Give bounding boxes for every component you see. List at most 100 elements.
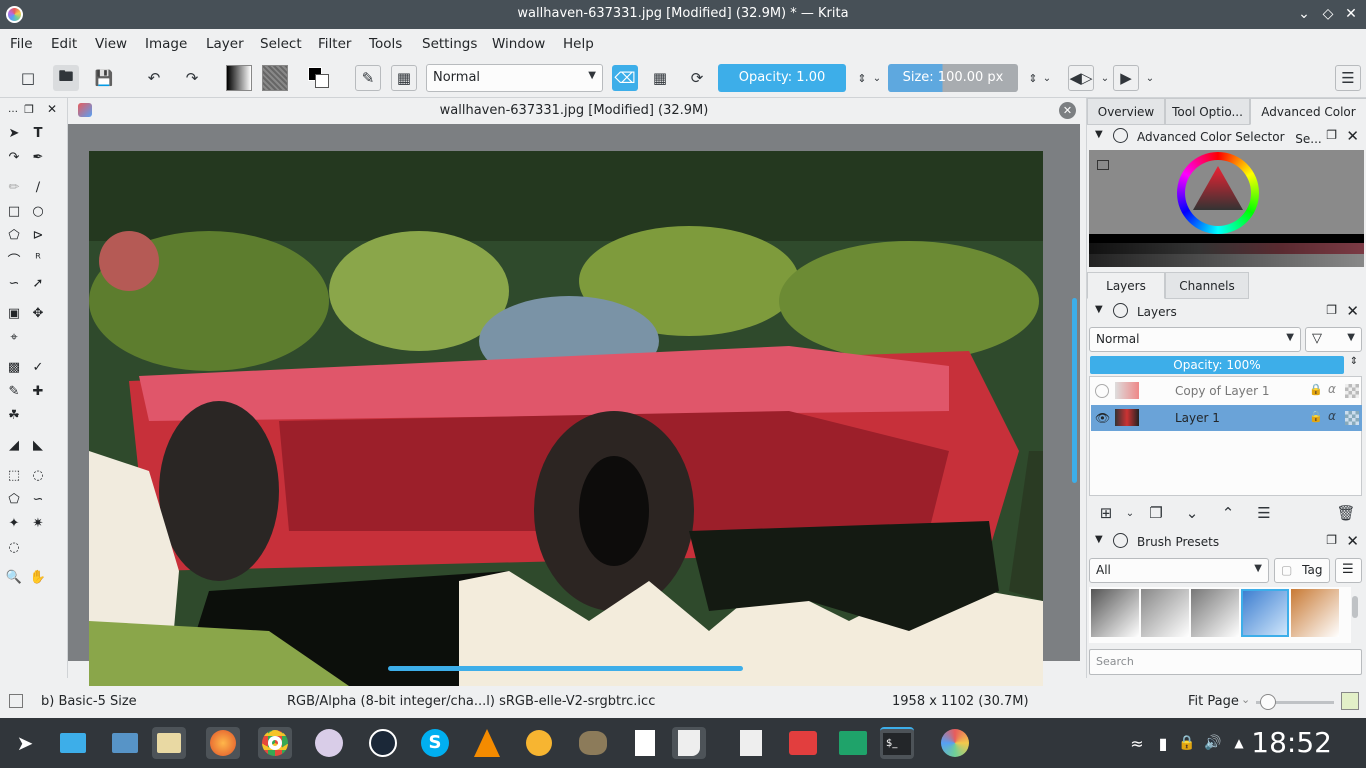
transform-tool-icon[interactable]: ▣ [5, 304, 23, 322]
tab-tool-options[interactable]: Tool Optio... [1165, 98, 1250, 125]
line-tool-icon[interactable]: ∕ [29, 178, 47, 196]
brush-preset-thumbnail[interactable] [1091, 589, 1139, 637]
layer-row[interactable]: 👁 Layer 1 🔒 α [1091, 405, 1362, 431]
reload-preset-icon[interactable]: ⟳ [684, 65, 710, 91]
close-icon[interactable]: ✕ [43, 100, 61, 118]
gradient-swatch[interactable] [226, 65, 252, 91]
clock[interactable]: 18:52 [1251, 726, 1332, 759]
polygon-select-tool-icon[interactable]: ⬠ [5, 490, 23, 508]
app-launcher-icon[interactable]: ➤ [8, 727, 42, 759]
menu-settings[interactable]: Settings [422, 36, 477, 52]
redo-icon[interactable]: ↷ [179, 65, 205, 91]
duplicate-layer-icon[interactable]: ❐ [1143, 500, 1169, 526]
screenshot-icon[interactable] [112, 733, 138, 753]
color-history-strip[interactable] [1089, 234, 1364, 243]
opacity-spin-icon[interactable]: ⇕ [1346, 356, 1362, 374]
menu-filter[interactable]: Filter [318, 36, 351, 52]
color-shades-strip-2[interactable] [1089, 254, 1364, 267]
canvas-only-icon[interactable] [1341, 692, 1359, 710]
assistant-tool-icon[interactable]: ◢ [5, 436, 23, 454]
lock-icon[interactable]: 🔒 [1309, 383, 1323, 396]
firefox-icon[interactable] [210, 730, 236, 756]
move-tool-icon[interactable]: ✥ [29, 304, 47, 322]
inherit-alpha-icon[interactable] [1345, 384, 1359, 398]
layer-opacity-slider[interactable]: Opacity: 100% [1090, 356, 1344, 374]
open-document-icon[interactable]: 🖿 [53, 65, 79, 91]
tab-layers[interactable]: Layers [1087, 272, 1165, 299]
multibrush-tool-icon[interactable]: ➚ [29, 274, 47, 292]
menu-image[interactable]: Image [145, 36, 187, 52]
move-layer-down-icon[interactable]: ⌄ [1179, 500, 1205, 526]
brush-options-button[interactable]: ☰ [1335, 558, 1362, 583]
steam-icon[interactable] [369, 729, 397, 757]
float-icon[interactable]: ❐ [1326, 533, 1337, 547]
chevron-down-icon[interactable]: ⌄ [1137, 65, 1163, 91]
chevron-down-icon[interactable]: ⌄ [1117, 500, 1143, 526]
fill-tool-icon[interactable]: ☘ [5, 406, 23, 424]
toolbar-menu-icon[interactable]: ☰ [1335, 65, 1361, 91]
pattern-swatch[interactable] [262, 65, 288, 91]
dynamic-brush-tool-icon[interactable]: ∽ [5, 274, 23, 292]
color-picker-tool-icon[interactable]: ✓ [29, 358, 47, 376]
color-selector-area[interactable] [1089, 150, 1364, 267]
tab-channels[interactable]: Channels [1165, 272, 1249, 299]
vlc-icon[interactable] [474, 729, 500, 757]
system-monitor-icon[interactable] [839, 731, 867, 755]
menu-help[interactable]: Help [563, 36, 594, 52]
color-shades-strip[interactable] [1089, 243, 1364, 254]
visibility-off-icon[interactable] [1095, 384, 1109, 398]
lock-panel-icon[interactable] [1113, 128, 1128, 143]
rectangle-tool-icon[interactable]: □ [5, 202, 23, 220]
horizontal-scrollbar[interactable] [388, 666, 743, 671]
terminal-icon[interactable]: $_ [883, 733, 911, 755]
chevron-down-icon[interactable]: ⌄ [864, 65, 890, 91]
menu-select[interactable]: Select [260, 36, 302, 52]
cantata-icon[interactable] [315, 729, 343, 757]
brush-presets-scrollbar[interactable] [1352, 596, 1358, 618]
opacity-slider[interactable]: Opacity: 1.00 [718, 64, 846, 92]
polyline-tool-icon[interactable]: ⊳ [29, 226, 47, 244]
crop-tool-icon[interactable]: ⌖ [5, 328, 23, 346]
alpha-lock-icon[interactable]: α [1328, 382, 1336, 396]
hue-ring[interactable] [1177, 152, 1259, 234]
similar-select-tool-icon[interactable]: ✷ [29, 514, 47, 532]
menu-edit[interactable]: Edit [51, 36, 77, 52]
minimize-icon[interactable]: ⌄ [1294, 4, 1314, 24]
brush-search-input[interactable]: Search [1089, 649, 1362, 675]
measure-tool-icon[interactable]: ◣ [29, 436, 47, 454]
menu-layer[interactable]: Layer [206, 36, 244, 52]
gradient-tool-icon[interactable]: ▩ [5, 358, 23, 376]
chevron-down-icon[interactable]: ⌄ [1034, 65, 1060, 91]
close-icon[interactable]: ✕ [1341, 4, 1361, 24]
edit-shapes-tool-icon[interactable]: ↷ [5, 148, 23, 166]
brush-preset-thumbnail-selected[interactable] [1241, 589, 1289, 637]
pan-tool-icon[interactable]: ✋ [29, 568, 47, 586]
lock-panel-icon[interactable] [1113, 303, 1128, 318]
zoom-slider[interactable] [1256, 694, 1334, 710]
calligraphy-tool-icon[interactable]: ✒ [29, 148, 47, 166]
file-manager-icon[interactable] [157, 733, 181, 753]
gimp-icon[interactable] [579, 731, 607, 755]
zoom-slider-handle[interactable] [1260, 694, 1276, 710]
freehand-path-tool-icon[interactable]: ᴿ [29, 250, 47, 268]
brush-preset-thumbnail[interactable] [1291, 589, 1339, 637]
mango-icon[interactable] [526, 730, 552, 756]
brush-preset-thumbnail[interactable] [1141, 589, 1189, 637]
desktop-icon[interactable] [60, 733, 86, 753]
float-icon[interactable]: ❐ [20, 100, 38, 118]
float-icon[interactable]: ❐ [1326, 128, 1337, 142]
document-tab[interactable]: wallhaven-637331.jpg [Modified] (32.9M) … [68, 98, 1080, 124]
blend-mode-select[interactable]: Normal ▼ [426, 64, 603, 92]
save-icon[interactable]: 💾 [91, 65, 117, 91]
skype-icon[interactable]: S [421, 729, 449, 757]
tag-button[interactable]: ▢ Tag [1274, 558, 1330, 583]
canvas-image[interactable] [89, 151, 1043, 686]
eraser-mode-icon[interactable]: ⌫ [612, 65, 638, 91]
layer-row[interactable]: Copy of Layer 1 🔒 α [1091, 378, 1362, 404]
preserve-alpha-icon[interactable]: ▦ [647, 65, 673, 91]
menu-window[interactable]: Window [492, 36, 545, 52]
brush-editor-icon[interactable]: ✎ [355, 65, 381, 91]
inherit-alpha-icon[interactable] [1345, 411, 1359, 425]
brush-presets-icon[interactable]: ▦ [391, 65, 417, 91]
smart-patch-tool-icon[interactable]: ✚ [29, 382, 47, 400]
